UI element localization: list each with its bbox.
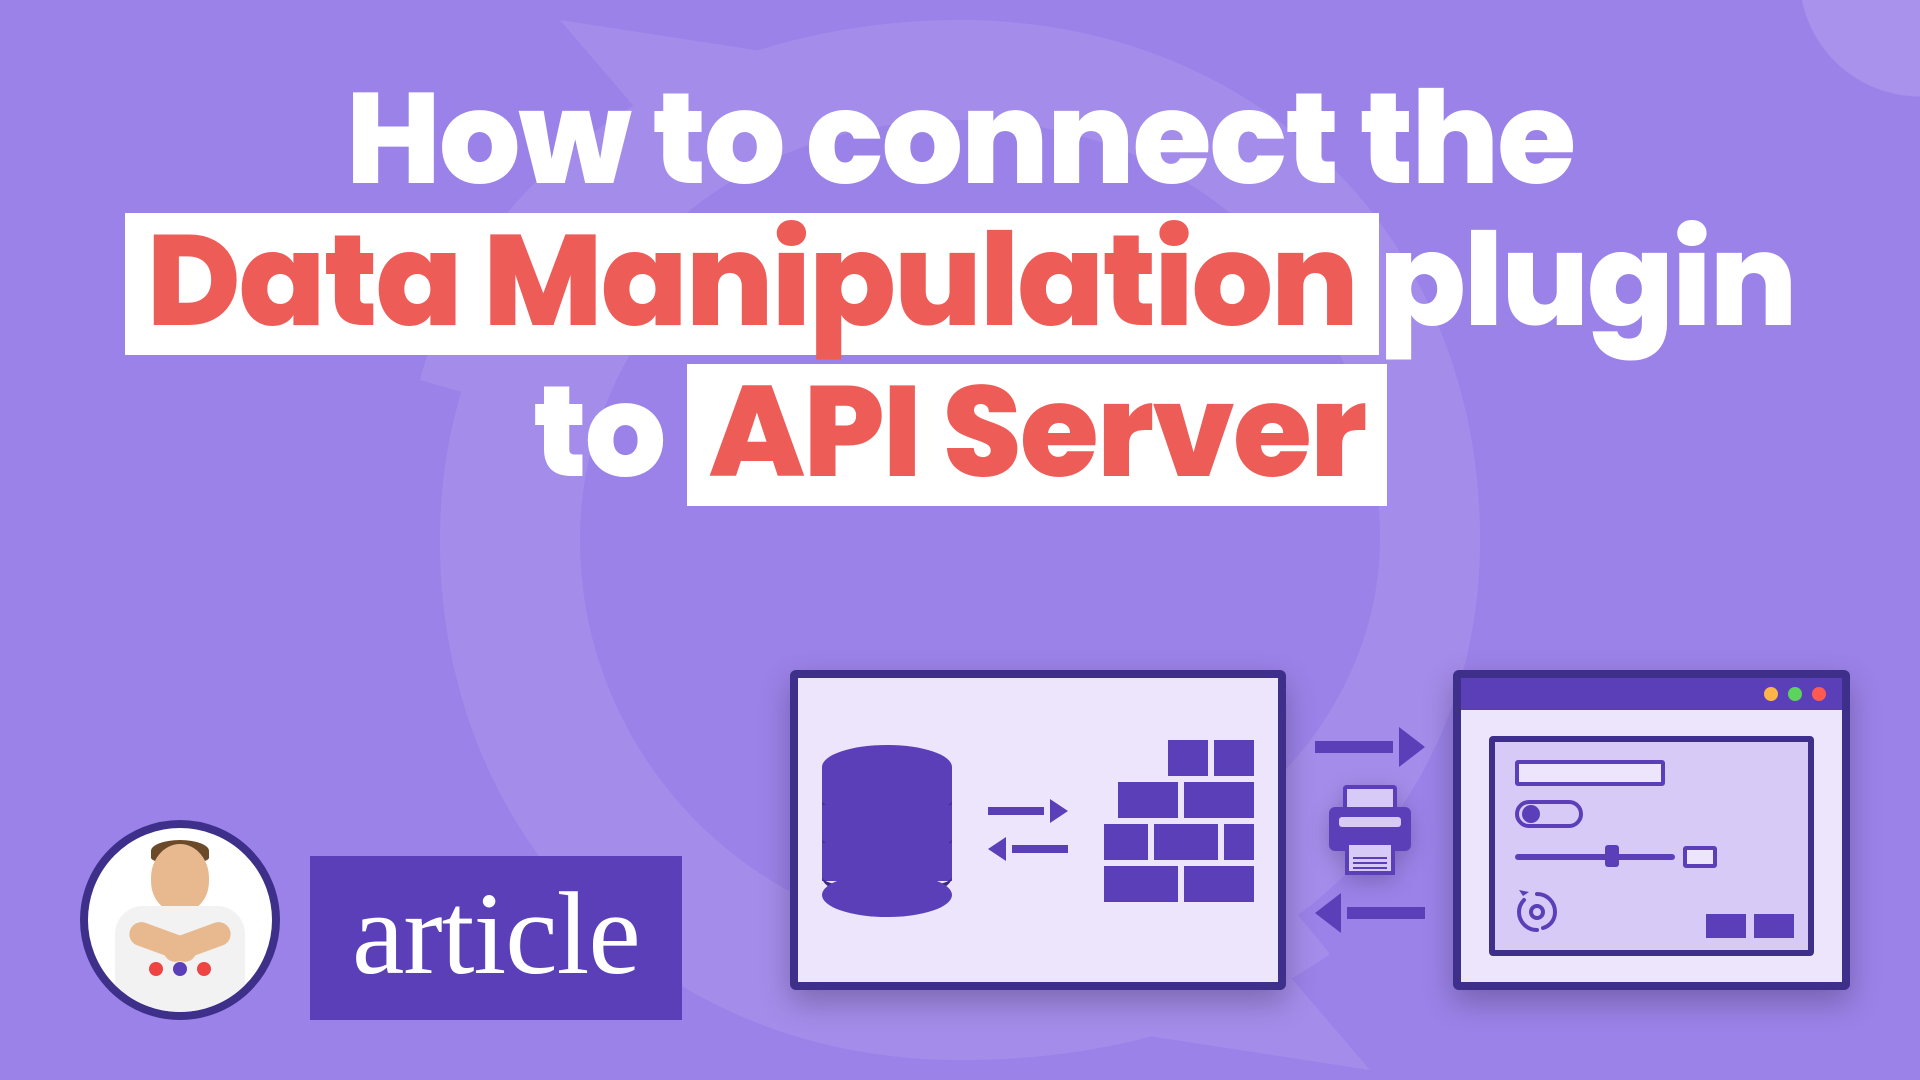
article-badge: article bbox=[310, 856, 682, 1020]
title-after-1: plugin bbox=[1379, 191, 1796, 370]
title-highlight-1: Data Manipulation bbox=[125, 213, 1379, 355]
outer-arrows bbox=[1310, 727, 1429, 933]
slider-icon bbox=[1515, 846, 1788, 868]
browser-chrome-bar bbox=[1461, 678, 1842, 710]
title-line-2: Data Manipulationplugin bbox=[50, 212, 1870, 355]
author-avatar bbox=[80, 820, 280, 1020]
bidirectional-arrows-icon bbox=[988, 799, 1068, 861]
printer-icon bbox=[1325, 785, 1415, 875]
title-line-1: How to connect the bbox=[50, 70, 1870, 208]
server-box bbox=[790, 670, 1286, 990]
database-icon bbox=[822, 745, 952, 915]
title-highlight-2: API Server bbox=[687, 364, 1387, 506]
title-before-2: to bbox=[533, 342, 664, 521]
panel-buttons-icon bbox=[1706, 914, 1794, 938]
arrow-left-icon bbox=[1315, 893, 1425, 933]
page-title: How to connect the Data Manipulationplug… bbox=[50, 70, 1870, 506]
traffic-light-icon bbox=[1788, 687, 1802, 701]
architecture-diagram bbox=[790, 650, 1850, 1010]
toggle-icon bbox=[1515, 800, 1583, 828]
title-line-3: to API Server bbox=[50, 363, 1870, 506]
form-panel bbox=[1489, 736, 1814, 956]
traffic-light-icon bbox=[1764, 687, 1778, 701]
grafana-logo-icon bbox=[1513, 888, 1561, 936]
traffic-light-icon bbox=[1812, 687, 1826, 701]
text-field-icon bbox=[1515, 760, 1665, 786]
browser-window-icon bbox=[1453, 670, 1850, 990]
arrow-right-icon bbox=[1315, 727, 1425, 767]
firewall-icon bbox=[1104, 740, 1254, 920]
